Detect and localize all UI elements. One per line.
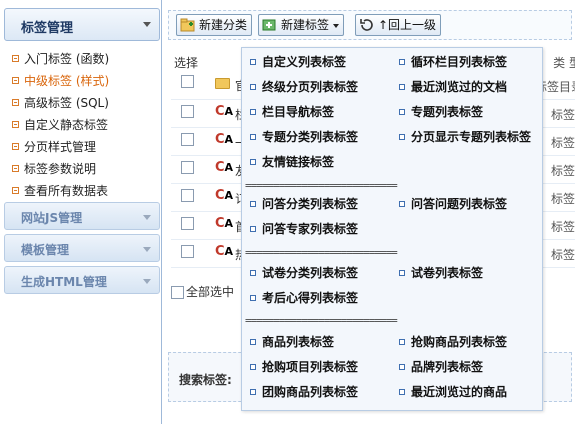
- sidebar-header[interactable]: 标签管理: [4, 8, 160, 41]
- up-level-label: ↑回上一级: [378, 18, 437, 32]
- menu-item[interactable]: 自定义列表标签: [250, 54, 346, 70]
- menu-item[interactable]: 商品列表标签: [250, 334, 334, 350]
- menu-item[interactable]: 团购商品列表标签: [250, 384, 358, 400]
- sidebar-menu: 入门标签 (函数) 中级标签 (样式) 高级标签 (SQL) 自定义静态标签 分…: [12, 50, 109, 204]
- menu-item[interactable]: 专题分类列表标签: [250, 129, 358, 145]
- menu-item[interactable]: 终级分页列表标签: [250, 79, 358, 95]
- sidebar-group-label: 模板管理: [21, 243, 70, 257]
- undo-icon: [360, 19, 373, 31]
- row-checkbox[interactable]: [181, 161, 194, 174]
- select-all-row: 全部选中: [171, 283, 234, 300]
- menu-item[interactable]: 最近浏览过的文档: [399, 79, 507, 95]
- new-tag-dropdown-menu: 自定义列表标签 循环栏目列表标签 终级分页列表标签 最近浏览过的文档 栏目导航标…: [241, 47, 543, 411]
- chevron-down-icon: [143, 22, 151, 27]
- menu-item[interactable]: 循环栏目列表标签: [399, 54, 507, 70]
- folder-icon: [215, 78, 230, 89]
- new-category-button[interactable]: 新建分类: [176, 14, 253, 36]
- folder-add-icon: [180, 18, 195, 32]
- search-label: 搜索标签:: [179, 373, 232, 387]
- bullet-icon: [12, 77, 19, 84]
- sidebar-item-advanced-tags[interactable]: 高级标签 (SQL): [12, 94, 109, 116]
- up-level-button[interactable]: ↑回上一级: [355, 14, 442, 36]
- sidebar-group-templates[interactable]: 模板管理: [4, 234, 160, 262]
- new-tag-label: 新建标签: [281, 18, 330, 32]
- sidebar-item-pagination-styles[interactable]: 分页样式管理: [12, 138, 109, 160]
- tag-icon: CA: [215, 104, 234, 119]
- sidebar-group-html[interactable]: 生成HTML管理: [4, 266, 160, 294]
- menu-item[interactable]: 友情链接标签: [250, 154, 334, 170]
- chevron-down-icon: [143, 279, 151, 284]
- bullet-icon: [12, 121, 19, 128]
- row-checkbox[interactable]: [181, 189, 194, 202]
- tag-icon: CA: [215, 160, 234, 175]
- row-checkbox[interactable]: [181, 133, 194, 146]
- menu-item[interactable]: 抢购项目列表标签: [250, 359, 358, 375]
- tag-manager-window: 标签管理 入门标签 (函数) 中级标签 (样式) 高级标签 (SQL) 自定义静…: [0, 0, 575, 424]
- sidebar-item-all-tables[interactable]: 查看所有数据表: [12, 182, 109, 204]
- row-type: 标签: [550, 108, 575, 122]
- menu-item[interactable]: 专题列表标签: [399, 104, 483, 120]
- toolbar: 新建分类 新建标签 ↑回上一级: [168, 10, 572, 40]
- menu-item[interactable]: 最近浏览过的商品: [399, 384, 507, 400]
- row-type: 标签: [550, 248, 575, 262]
- sidebar-item-basic-tags[interactable]: 入门标签 (函数): [12, 50, 109, 72]
- select-column-header: 选择: [174, 56, 199, 70]
- tag-icon: CA: [215, 216, 234, 231]
- tag-icon: CA: [215, 244, 234, 259]
- chevron-down-icon: [143, 215, 151, 220]
- menu-item[interactable]: 问答分类列表标签: [250, 196, 358, 212]
- bullet-icon: [12, 55, 19, 62]
- bullet-icon: [12, 165, 19, 172]
- sidebar: 标签管理 入门标签 (函数) 中级标签 (样式) 高级标签 (SQL) 自定义静…: [0, 0, 162, 424]
- chevron-down-icon: [143, 247, 151, 252]
- row-type: 标签: [550, 136, 575, 150]
- type-column-header: 类 型: [553, 56, 575, 70]
- sidebar-item-tag-params[interactable]: 标签参数说明: [12, 160, 109, 182]
- menu-item[interactable]: 问答专家列表标签: [250, 221, 358, 237]
- dropdown-arrow-icon: [333, 24, 340, 28]
- select-all-label[interactable]: 全部选中: [186, 285, 234, 299]
- sidebar-group-label: 网站JS管理: [21, 211, 83, 225]
- sidebar-item-intermediate-tags[interactable]: 中级标签 (样式): [12, 72, 109, 94]
- row-checkbox[interactable]: [181, 75, 194, 88]
- menu-item[interactable]: 品牌列表标签: [399, 359, 483, 375]
- bullet-icon: [12, 187, 19, 194]
- row-type: 标签: [550, 192, 575, 206]
- menu-item[interactable]: 试卷列表标签: [399, 265, 483, 281]
- sidebar-group-label: 生成HTML管理: [21, 275, 107, 289]
- tag-icon: CA: [215, 188, 234, 203]
- row-checkbox[interactable]: [181, 105, 194, 118]
- menu-item[interactable]: 问答问题列表标签: [399, 196, 507, 212]
- sidebar-group-js[interactable]: 网站JS管理: [4, 202, 160, 230]
- bullet-icon: [12, 143, 19, 150]
- menu-item[interactable]: 试卷分类列表标签: [250, 265, 358, 281]
- tag-add-icon: [262, 19, 276, 31]
- new-tag-button[interactable]: 新建标签: [258, 14, 345, 36]
- menu-separator: ===========================: [245, 179, 398, 192]
- menu-separator: ===========================: [245, 246, 398, 259]
- menu-separator: ===========================: [245, 314, 398, 327]
- sidebar-header-title: 标签管理: [21, 21, 74, 36]
- sidebar-item-custom-static-tags[interactable]: 自定义静态标签: [12, 116, 109, 138]
- row-checkbox[interactable]: [181, 245, 194, 258]
- menu-item[interactable]: 栏目导航标签: [250, 104, 334, 120]
- tag-icon: CA: [215, 132, 234, 147]
- menu-item[interactable]: 抢购商品列表标签: [399, 334, 507, 350]
- menu-item[interactable]: 考后心得列表标签: [250, 290, 358, 306]
- row-checkbox[interactable]: [181, 217, 194, 230]
- menu-item[interactable]: 分页显示专题列表标签: [399, 129, 531, 145]
- row-type: 标签: [550, 164, 575, 178]
- bullet-icon: [12, 99, 19, 106]
- row-type: 标签: [550, 220, 575, 234]
- new-category-label: 新建分类: [199, 18, 248, 32]
- select-all-checkbox[interactable]: [171, 286, 184, 299]
